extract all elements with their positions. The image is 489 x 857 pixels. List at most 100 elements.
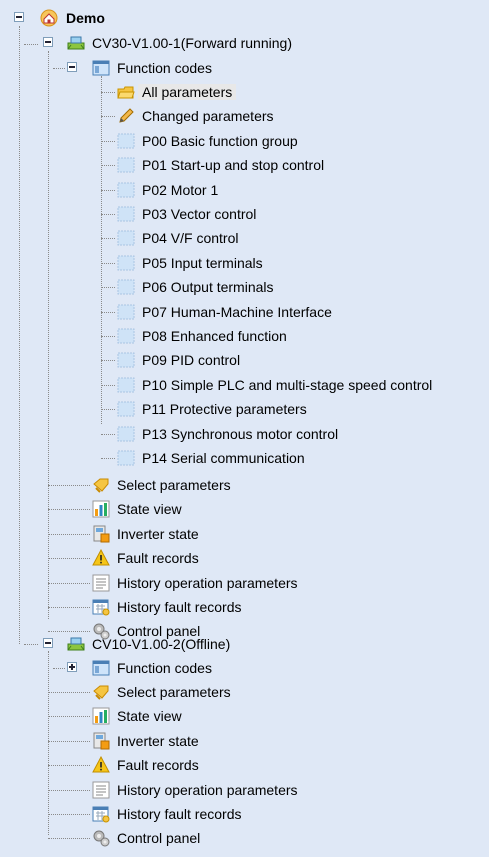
tree-node-label: P09 PID control xyxy=(142,352,241,369)
tree-line xyxy=(48,716,90,718)
collapse-toggle[interactable] xyxy=(67,62,77,72)
tree-node-label: Inverter state xyxy=(117,732,199,749)
param-group-icon xyxy=(117,328,135,344)
tree-node-param[interactable]: P03 Vector control xyxy=(0,202,489,226)
tree-node-tool[interactable]: Select parameters xyxy=(0,680,489,704)
tree-node-label: CV10-V1.00-2(Offline) xyxy=(92,636,231,652)
tree-node-param[interactable]: P10 Simple PLC and multi-stage speed con… xyxy=(0,373,489,397)
tree-line xyxy=(101,433,115,435)
tree-node-param[interactable]: All parameters xyxy=(0,80,489,104)
tree-node-tool[interactable]: History fault records xyxy=(0,595,489,619)
warning-icon xyxy=(92,549,110,566)
collapse-toggle[interactable] xyxy=(14,12,24,22)
tree-node-device[interactable]: CV30-V1.00-1(Forward running) xyxy=(0,31,489,55)
param-group-icon xyxy=(117,304,135,320)
tree-node-label: Select parameters xyxy=(117,684,231,700)
tree-node-function-codes[interactable]: Function codes xyxy=(0,56,489,80)
tree-line xyxy=(48,485,90,486)
gear-icon xyxy=(93,830,110,847)
tree-node-label: History fault records xyxy=(117,599,242,615)
tree-line xyxy=(48,765,90,767)
tree-line xyxy=(101,189,115,191)
tree-node-label: Changed parameters xyxy=(142,108,274,125)
calendar-icon xyxy=(92,806,110,823)
folder-window-icon xyxy=(92,60,110,76)
list-icon xyxy=(92,781,110,799)
tree-node-label: P01 Start-up and stop control xyxy=(142,157,325,174)
tree-line xyxy=(101,336,115,337)
tree-node-param[interactable]: P01 Start-up and stop control xyxy=(0,153,489,177)
tree-node-label: History operation parameters xyxy=(117,574,298,591)
tree-node-tool[interactable]: Fault records xyxy=(0,753,489,777)
tree-node-param[interactable]: Changed parameters xyxy=(0,104,489,128)
expand-toggle[interactable] xyxy=(67,662,77,672)
tree-node-tool[interactable]: Fault records xyxy=(0,546,489,570)
tree-node-param[interactable]: P14 Serial communication xyxy=(0,446,489,470)
param-group-icon xyxy=(117,377,135,393)
collapse-toggle[interactable] xyxy=(43,37,53,47)
tree-node-label: All parameters xyxy=(138,84,237,100)
tree-node-tool[interactable]: Select parameters xyxy=(0,473,489,497)
folder-window-icon xyxy=(92,660,110,676)
tree-node-function-codes[interactable]: Function codes xyxy=(0,656,489,680)
tree-node-label: P06 Output terminals xyxy=(142,279,274,296)
tree-node-param[interactable]: P11 Protective parameters xyxy=(0,397,489,421)
pencil-icon xyxy=(119,108,134,124)
tree-line xyxy=(48,533,90,535)
tree-line xyxy=(101,311,115,313)
tree-node-param[interactable]: P08 Enhanced function xyxy=(0,324,489,348)
tree-node-label: Select parameters xyxy=(117,477,231,493)
tree-node-param[interactable]: P06 Output terminals xyxy=(0,275,489,299)
tree-node-label: Fault records xyxy=(117,757,199,774)
tree-line xyxy=(48,607,90,608)
tree-node-param[interactable]: P13 Synchronous motor control xyxy=(0,422,489,446)
tree-node-tool[interactable]: Control panel xyxy=(0,826,489,850)
tree-node-tool[interactable]: Inverter state xyxy=(0,522,489,546)
tree-node-label: P11 Protective parameters xyxy=(142,401,307,418)
tree-node-param[interactable]: P09 PID control xyxy=(0,348,489,372)
tree-node-tool[interactable]: Inverter state xyxy=(0,729,489,753)
tree-node-label: P07 Human-Machine Interface xyxy=(142,303,332,320)
tree-node-param[interactable]: P05 Input terminals xyxy=(0,251,489,275)
tree-node-param[interactable]: P04 V/F control xyxy=(0,226,489,250)
param-group-icon xyxy=(117,157,135,173)
inverter-icon xyxy=(93,525,110,543)
tree-node-param[interactable]: P07 Human-Machine Interface xyxy=(0,300,489,324)
open-folder-icon xyxy=(117,86,135,99)
tree-node-label: P05 Input terminals xyxy=(142,254,263,271)
tree-node-label: State view xyxy=(117,501,182,518)
tree-node-label: P10 Simple PLC and multi-stage speed con… xyxy=(142,376,433,393)
tree-node-label: History fault records xyxy=(117,806,242,822)
tree-node-tool[interactable]: History operation parameters xyxy=(0,571,489,595)
tree-line xyxy=(48,558,90,560)
tree-node-tool[interactable]: History fault records xyxy=(0,802,489,826)
tree-line xyxy=(48,582,90,584)
tree-node-tool[interactable]: History operation parameters xyxy=(0,778,489,802)
collapse-toggle[interactable] xyxy=(43,638,53,648)
tree-node-param[interactable]: P00 Basic function group xyxy=(0,129,489,153)
house-icon xyxy=(40,9,58,27)
tree-node-tool[interactable]: State view xyxy=(0,497,489,521)
tree-node-root[interactable]: Demo xyxy=(0,6,489,30)
tree-node-label: State view xyxy=(117,708,182,725)
param-group-icon xyxy=(117,426,135,442)
device-icon xyxy=(67,637,85,651)
tree-line xyxy=(101,92,115,93)
tree-line xyxy=(101,140,115,142)
tree-node-device[interactable]: CV10-V1.00-2(Offline) xyxy=(0,632,489,656)
tree-node-label: CV30-V1.00-1(Forward running) xyxy=(92,35,292,51)
tree-line xyxy=(101,238,115,240)
device-icon xyxy=(67,36,85,50)
tree-node-label: Function codes xyxy=(117,60,212,76)
param-group-icon xyxy=(117,133,135,149)
tree-line xyxy=(101,458,115,459)
tree-line xyxy=(48,789,90,791)
tree-node-param[interactable]: P02 Motor 1 xyxy=(0,178,489,202)
tree-node-tool[interactable]: State view xyxy=(0,704,489,728)
tree-line xyxy=(101,360,115,362)
tree-node-label: Demo xyxy=(66,10,105,26)
tree-node-label: P08 Enhanced function xyxy=(142,328,287,344)
tree-line xyxy=(101,384,115,386)
tree-node-label: History operation parameters xyxy=(117,781,298,798)
tree-node-label: Function codes xyxy=(117,660,212,676)
